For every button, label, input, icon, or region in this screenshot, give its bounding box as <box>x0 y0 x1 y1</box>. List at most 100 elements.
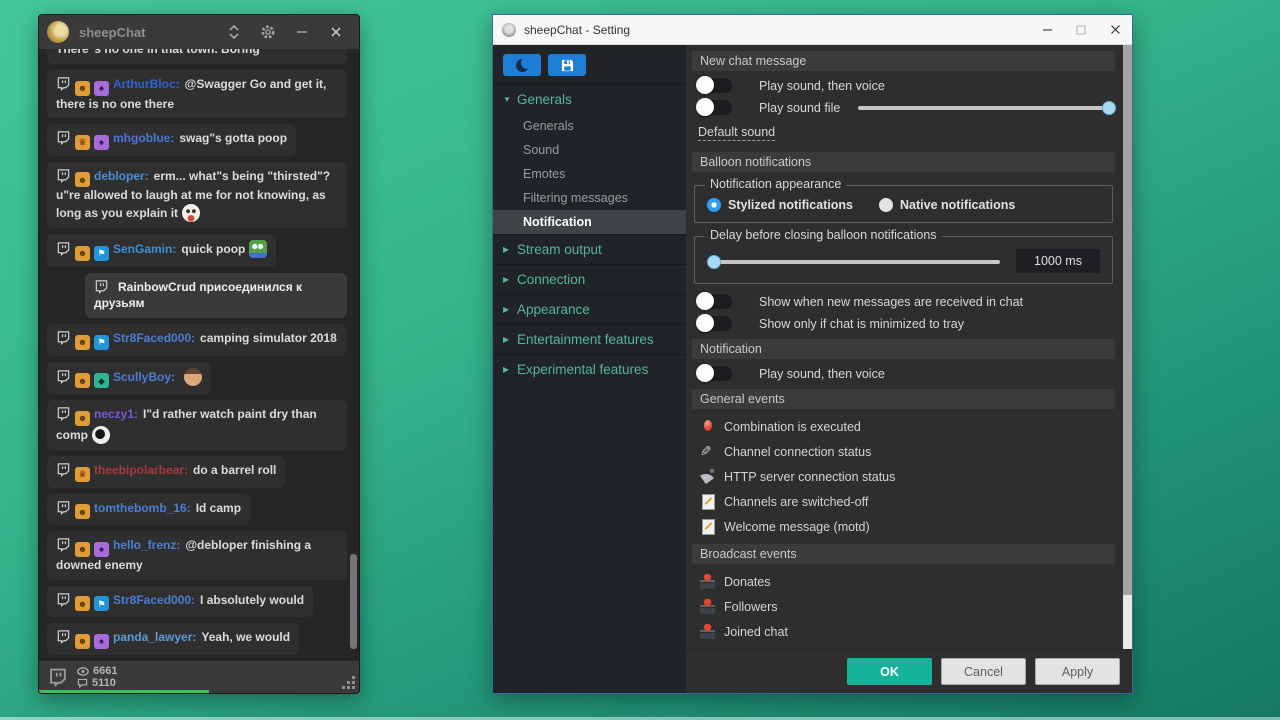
close-icon[interactable] <box>323 19 349 45</box>
toggle-row-show-new-messages: Show when new messages are received in c… <box>696 294 1116 309</box>
username[interactable]: mhgoblue: <box>113 131 174 145</box>
save-button[interactable] <box>548 54 586 76</box>
radio-native-notifications[interactable]: Native notifications <box>879 198 1015 212</box>
delay-value: 1000 ms <box>1016 249 1100 273</box>
chat-message: ☻⚑SenGamin:quick poop <box>47 234 276 267</box>
twitch-status-icon[interactable] <box>47 666 69 688</box>
tree-group[interactable]: ▶ Experimental features <box>493 355 686 384</box>
tree-group-label: Entertainment features <box>517 332 654 347</box>
moon-icon <box>516 59 529 72</box>
unfold-icon[interactable] <box>221 19 247 45</box>
apply-button[interactable]: Apply <box>1035 658 1120 685</box>
volume-slider[interactable] <box>858 100 1114 115</box>
settings-scrollbar[interactable] <box>1123 45 1132 649</box>
badge-icon: ♠ <box>94 81 109 96</box>
toggle-label: Play sound, then voice <box>759 79 885 93</box>
tree-group[interactable]: ▶ Stream output <box>493 235 686 264</box>
broadcast-events-list: Donates Followers Joined chat <box>691 574 1116 649</box>
event-item[interactable]: HTTP server connection status <box>700 469 1116 484</box>
status-green-underline <box>39 690 209 693</box>
cancel-button[interactable]: Cancel <box>941 658 1026 685</box>
tree-item[interactable]: Filtering messages <box>493 186 686 210</box>
tree-group[interactable]: ▶ Connection <box>493 265 686 294</box>
toggle-switch[interactable] <box>696 316 732 331</box>
username[interactable]: Str8Faced000: <box>113 593 195 607</box>
chat-message: ☻⚑Str8Faced000:I absolutely would <box>47 586 313 618</box>
username[interactable]: tomthebomb_16: <box>94 501 191 515</box>
twitch-icon <box>56 130 71 145</box>
maximize-button[interactable] <box>1064 15 1098 45</box>
tree-group[interactable]: ▶ Entertainment features <box>493 325 686 354</box>
slider-knob[interactable] <box>1102 101 1116 115</box>
username[interactable]: theebipolarbear: <box>94 463 188 477</box>
event-item[interactable]: Channel connection status <box>700 444 1116 459</box>
badge-icon: ♠ <box>94 542 109 557</box>
twitch-icon <box>56 241 71 256</box>
badge-icon: ☻ <box>75 542 90 557</box>
toggle-switch[interactable] <box>696 366 732 381</box>
badge-icon: ☻ <box>75 246 90 261</box>
tree-group[interactable]: ▶ Appearance <box>493 295 686 324</box>
chat-scrollbar-thumb[interactable] <box>350 554 357 649</box>
toggle-switch[interactable] <box>696 78 732 93</box>
message-text: quick poop <box>181 242 245 256</box>
group-notification-appearance: Notification appearance Stylized notific… <box>694 185 1113 223</box>
chat-titlebar[interactable]: sheepChat <box>39 15 359 49</box>
minimize-button[interactable] <box>1030 15 1064 45</box>
event-label: Channels are switched-off <box>724 495 868 509</box>
chat-emote <box>92 426 110 444</box>
message-text: swag"s gotta poop <box>179 131 287 145</box>
slider-knob[interactable] <box>707 255 721 269</box>
chat-scrollbar[interactable] <box>350 49 357 661</box>
ok-button[interactable]: OK <box>847 658 932 685</box>
tree-group-label: Experimental features <box>517 362 648 377</box>
toggle-switch[interactable] <box>696 294 732 309</box>
event-item[interactable]: Donates <box>700 574 1116 589</box>
username[interactable]: ScullyBoy: <box>113 370 175 384</box>
radio-selected-icon[interactable] <box>707 198 721 212</box>
chat-message: ☻tomthebomb_16:Id camp <box>47 494 250 526</box>
resize-grip[interactable] <box>352 686 355 689</box>
delay-slider[interactable] <box>709 254 1000 269</box>
radio-stylized-notifications[interactable]: Stylized notifications <box>707 198 853 212</box>
tree-item[interactable]: Generals <box>493 114 686 138</box>
toggle-row-play-sound-file: Play sound file <box>696 100 1116 115</box>
dark-theme-button[interactable] <box>503 54 541 76</box>
close-button[interactable] <box>1098 15 1132 45</box>
tree-item[interactable]: Notification <box>493 210 686 234</box>
username[interactable]: debloper: <box>94 169 149 183</box>
settings-scrollbar-thumb[interactable] <box>1123 45 1132 595</box>
username[interactable]: Str8Faced000: <box>113 331 195 345</box>
slider-track[interactable] <box>709 260 1000 264</box>
event-item[interactable]: Welcome message (motd) <box>700 519 1116 534</box>
event-item[interactable]: Joined chat <box>700 624 1116 639</box>
radio-unselected-icon[interactable] <box>879 198 893 212</box>
event-item[interactable]: Combination is executed <box>700 419 1116 434</box>
slider-track[interactable] <box>858 106 1114 110</box>
event-label: HTTP server connection status <box>724 470 895 484</box>
event-item[interactable]: Followers <box>700 599 1116 614</box>
tree-item[interactable]: Sound <box>493 138 686 162</box>
minimize-icon[interactable] <box>289 19 315 45</box>
toggle-switch[interactable] <box>696 100 732 115</box>
badge-icon: ⚑ <box>94 335 109 350</box>
username[interactable]: neczy1: <box>94 407 138 421</box>
badge-icon: ☻ <box>75 373 90 388</box>
username[interactable]: SenGamin: <box>113 242 176 256</box>
gear-icon[interactable] <box>255 19 281 45</box>
settings-titlebar[interactable]: sheepChat - Setting <box>493 15 1132 45</box>
tree-group[interactable]: ▼ Generals <box>493 85 686 114</box>
badge-icon: ☻ <box>75 504 90 519</box>
event-item[interactable]: Channels are switched-off <box>700 494 1116 509</box>
message-count: 5110 <box>92 678 116 689</box>
username[interactable]: ArthurBloc: <box>113 77 180 91</box>
username[interactable]: panda_lawyer: <box>113 630 196 644</box>
username[interactable]: hello_frenz: <box>113 538 180 552</box>
default-sound-link[interactable]: Default sound <box>698 125 775 141</box>
general-events-list: Combination is executed Channel connecti… <box>691 419 1116 534</box>
tree-arrow-icon: ▶ <box>503 245 517 254</box>
chat-message-list[interactable]: e you died though.... ☻♠xebolavirus:Tell… <box>39 49 359 661</box>
section-header-balloon-notifications: Balloon notifications <box>692 152 1115 172</box>
tree-item[interactable]: Emotes <box>493 162 686 186</box>
chat-window: sheepChat e you died though.... <box>38 14 360 694</box>
